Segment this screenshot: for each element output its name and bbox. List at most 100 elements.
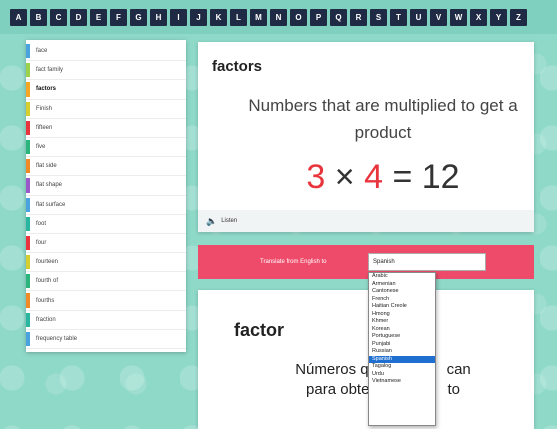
language-option[interactable]: Tagalog [369,363,435,371]
language-dropdown[interactable]: Arabic Armenian Cantonese French Haitian Cre… [368,272,436,426]
sidebar-item[interactable]: flat surface [26,196,186,215]
alphabet-letter-button[interactable]: H [150,8,167,26]
sidebar-item-label: factors [36,86,57,93]
sidebar-item[interactable]: foot [26,215,186,234]
alphabet-letter-button[interactable]: F [110,8,127,26]
color-stripe [26,197,30,212]
color-stripe [26,82,30,97]
color-stripe [26,159,30,174]
sidebar-item[interactable]: Finish [26,100,186,119]
sidebar-item[interactable]: fifteen [26,119,186,138]
translation-card: factor Números q can para obte to [198,290,534,429]
alphabet-letter-button[interactable]: U [410,8,427,26]
color-stripe [26,331,30,346]
alphabet-letter-button[interactable]: L [230,8,247,26]
translation-title: factor [234,320,285,340]
color-stripe [26,63,30,78]
sidebar-item-label: fraction [36,316,56,323]
alphabet-letter-button[interactable]: S [370,8,387,26]
language-option[interactable]: Hmong [369,311,435,319]
speaker-icon: 🔈 [206,215,218,226]
alphabet-letter-button[interactable]: B [30,8,47,26]
language-option[interactable]: Vietnamese [369,378,435,386]
sidebar-item[interactable]: five [26,138,186,158]
sidebar-item[interactable]: fourth of [26,272,186,292]
language-option[interactable]: Punjabi [369,341,435,349]
translation-line2-end: to [447,381,460,398]
sidebar-item-label: flat surface [36,201,66,208]
alphabet-letter-button[interactable]: I [170,8,187,26]
sidebar-item[interactable]: fact family [26,61,186,81]
language-option[interactable]: Haitian Creole [369,303,435,311]
alphabet-letter-button[interactable]: K [210,8,227,26]
sidebar-item[interactable]: flat side [26,157,186,177]
alphabet-bar: ABCDEFGHIJKLMNOPQRSTUVWXYZ [0,0,557,34]
alphabet-letter-button[interactable]: R [350,8,367,26]
alphabet-letter-button[interactable]: N [270,8,287,26]
alphabet-letter-button[interactable]: J [190,8,207,26]
language-option[interactable]: Portuguese [369,333,435,341]
sidebar-item[interactable]: fraction [26,311,186,330]
color-stripe [26,139,30,155]
sidebar-item-label: flat shape [36,182,63,189]
example-equation: 3 × 4 = 12 [238,158,528,197]
language-option[interactable]: Khmer [369,318,435,326]
alphabet-letter-button[interactable]: W [450,8,467,26]
language-option[interactable]: Arabic [369,273,435,281]
sidebar-item[interactable]: face [26,42,186,62]
sidebar-item[interactable]: fourths [26,291,186,311]
language-option[interactable]: Spanish [369,355,435,363]
sidebar-item-label: foot [36,220,47,227]
color-stripe [26,120,30,135]
alphabet-letter-button[interactable]: M [250,8,267,26]
sidebar-item[interactable]: flat shape [26,176,186,196]
alphabet-letter-button[interactable]: G [130,8,147,26]
sidebar-item-label: face [36,48,48,55]
color-stripe [26,274,30,289]
sidebar-item-label: fact family [36,67,64,74]
color-stripe [26,216,30,231]
color-stripe [26,255,30,270]
word-card: factors Numbers that are multiplied to g… [198,42,534,232]
equation-result: 12 [421,158,460,196]
color-stripe [26,101,30,116]
language-option[interactable]: Korean [369,326,435,334]
alphabet-letter-button[interactable]: T [390,8,407,26]
equation-operand-a: 3 [306,158,326,196]
sidebar-item[interactable]: frequency table [26,330,186,349]
sidebar-item-label: four [36,239,47,246]
language-option[interactable]: Armenian [369,281,435,289]
alphabet-letter-button[interactable]: C [50,8,67,26]
alphabet-letter-button[interactable]: Z [510,8,527,26]
translate-label: Translate from English to [260,259,327,265]
alphabet-letter-button[interactable]: X [470,8,487,26]
alphabet-letter-button[interactable]: D [70,8,87,26]
word-list-sidebar: face fact family factors Finish fifteen five f… [26,40,186,352]
translation-line1-end: can [446,361,471,378]
language-option[interactable]: Cantonese [369,288,435,296]
sidebar-item[interactable]: four [26,234,186,254]
alphabet-letter-button[interactable]: O [290,8,307,26]
alphabet-letter-button[interactable]: P [310,8,327,26]
sidebar-item[interactable]: factors [26,80,186,100]
sidebar-item-label: five [36,144,46,151]
sidebar-item[interactable]: fourteen [26,253,186,273]
color-stripe [26,235,30,251]
sidebar-item-label: frequency table [36,335,78,342]
alphabet-letter-button[interactable]: Q [330,8,347,26]
language-option[interactable]: Russian [369,348,435,356]
language-option[interactable]: Urdu [369,371,435,379]
listen-button[interactable]: 🔈 Listen [198,210,534,232]
color-stripe [26,44,30,59]
language-option[interactable]: French [369,296,435,304]
equation-operand-b: 4 [364,158,383,196]
alphabet-letter-button[interactable]: A [10,8,27,26]
alphabet-letter-button[interactable]: E [90,8,107,26]
color-stripe [26,293,30,308]
language-select[interactable]: Spanish [368,253,486,271]
word-title: factors [212,58,263,75]
sidebar-item-label: flat side [36,163,57,170]
alphabet-letter-button[interactable]: Y [490,8,507,26]
alphabet-letter-button[interactable]: V [430,8,447,26]
equation-equals: = [392,158,413,196]
